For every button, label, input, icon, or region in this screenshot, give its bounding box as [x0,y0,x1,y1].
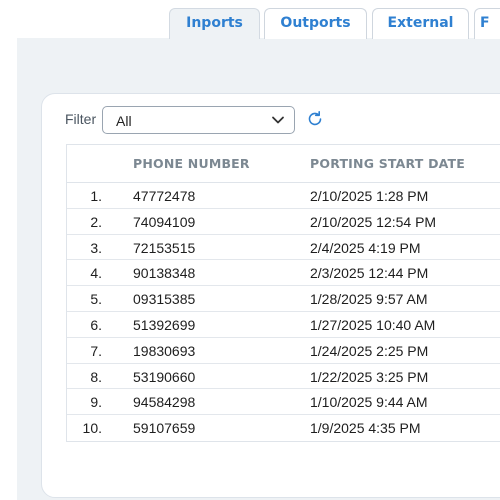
tab-external[interactable]: External [372,8,469,39]
filter-select-value: All [116,113,132,129]
row-phone-number: 51392699 [133,316,196,333]
table-row[interactable]: 10. 59107659 1/9/2025 4:35 PM [67,415,500,441]
row-index: 4. [90,265,102,282]
row-porting-start-date: 2/10/2025 1:28 PM [310,188,429,204]
row-porting-start-date: 2/4/2025 4:19 PM [310,239,421,256]
row-porting-start-date: 2/10/2025 12:54 PM [310,213,437,230]
row-porting-start-date: 1/10/2025 9:44 AM [310,394,428,411]
table-row[interactable]: 1. 47772478 2/10/2025 1:28 PM [67,183,500,209]
column-header-phone-number[interactable]: PHONE NUMBER [133,156,250,171]
table-header: PHONE NUMBER PORTING START DATE [67,145,500,183]
row-porting-start-date: 1/24/2025 2:25 PM [310,342,429,359]
table-row[interactable]: 2. 74094109 2/10/2025 12:54 PM [67,209,500,235]
tab-overflow[interactable]: F [474,8,500,39]
row-index: 10. [82,420,102,437]
row-phone-number: 19830693 [133,342,196,359]
table-body: 1. 47772478 2/10/2025 1:28 PM 2. 74094109 2/1… [67,183,500,441]
row-phone-number: 72153515 [133,239,196,256]
row-phone-number: 53190660 [133,368,196,385]
chevron-down-icon [272,116,284,124]
table-row[interactable]: 6. 51392699 1/27/2025 10:40 AM [67,312,500,338]
tab-inports[interactable]: Inports [169,8,260,39]
row-phone-number: 09315385 [133,291,196,308]
inports-table: PHONE NUMBER PORTING START DATE 1. 477724… [66,144,500,442]
row-porting-start-date: 1/22/2025 3:25 PM [310,368,429,385]
row-phone-number: 47772478 [133,188,196,204]
column-header-porting-start-date[interactable]: PORTING START DATE [310,156,465,171]
row-index: 8. [90,368,102,385]
filter-label: Filter [65,111,97,127]
table-row[interactable]: 9. 94584298 1/10/2025 9:44 AM [67,389,500,416]
row-porting-start-date: 1/27/2025 10:40 AM [310,316,436,333]
table-row[interactable]: 8. 53190660 1/22/2025 3:25 PM [67,364,500,390]
table-row[interactable]: 7. 19830693 1/24/2025 2:25 PM [67,338,500,364]
row-index: 1. [90,188,102,204]
row-index: 9. [90,394,102,411]
row-phone-number: 94584298 [133,394,196,411]
row-phone-number: 59107659 [133,420,196,437]
row-phone-number: 90138348 [133,265,196,282]
row-porting-start-date: 2/3/2025 12:44 PM [310,265,429,282]
row-index: 5. [90,291,102,308]
row-porting-start-date: 1/28/2025 9:57 AM [310,291,428,308]
row-index: 6. [90,316,102,333]
row-porting-start-date: 1/9/2025 4:35 PM [310,420,421,437]
refresh-icon[interactable] [306,110,324,128]
filter-select[interactable]: All [102,106,295,134]
row-phone-number: 74094109 [133,213,196,230]
table-row[interactable]: 3. 72153515 2/4/2025 4:19 PM [67,235,500,261]
row-index: 7. [90,342,102,359]
row-index: 3. [90,239,102,256]
tab-outports[interactable]: Outports [264,8,367,39]
table-row[interactable]: 5. 09315385 1/28/2025 9:57 AM [67,286,500,312]
row-index: 2. [90,213,102,230]
table-row[interactable]: 4. 90138348 2/3/2025 12:44 PM [67,260,500,287]
tab-bar: Inports Outports External F [169,8,500,39]
